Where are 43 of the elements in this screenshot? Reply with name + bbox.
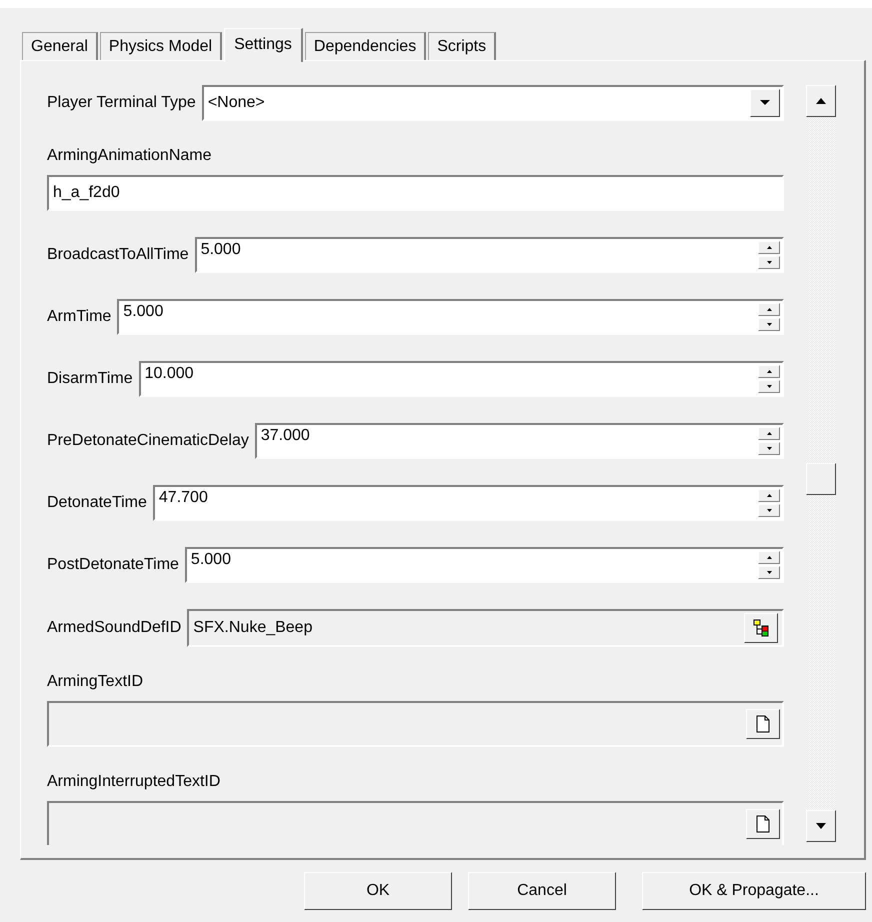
spin-arrows-icon[interactable] bbox=[758, 365, 780, 393]
field-label: DisarmTime bbox=[47, 370, 133, 388]
text-id-field[interactable] bbox=[47, 801, 784, 845]
spin-arrows-icon[interactable] bbox=[758, 427, 780, 455]
number-field[interactable]: 47.700 bbox=[152, 485, 784, 521]
dialog-button[interactable]: OK & Propagate... bbox=[642, 872, 866, 910]
field-label: ArmingInterruptedTextID bbox=[47, 773, 222, 791]
tab[interactable]: Dependencies bbox=[304, 32, 426, 60]
number-field[interactable]: 37.000 bbox=[254, 423, 784, 459]
scroll-down-icon[interactable] bbox=[806, 810, 836, 842]
field-label: Player Terminal Type bbox=[47, 94, 196, 112]
spin-arrows-icon[interactable] bbox=[758, 489, 780, 517]
number-field[interactable]: 5.000 bbox=[117, 299, 784, 335]
tab[interactable]: General bbox=[22, 32, 98, 60]
field-label: ArmedSoundDefID bbox=[47, 619, 182, 637]
dialog-button[interactable]: OK bbox=[304, 872, 452, 910]
field-label: ArmTime bbox=[47, 308, 112, 326]
number-field[interactable]: 10.000 bbox=[138, 361, 784, 397]
text-field[interactable]: h_a_f2d0 bbox=[47, 175, 784, 211]
spin-arrows-icon[interactable] bbox=[758, 241, 780, 269]
number-field[interactable]: 5.000 bbox=[194, 237, 784, 273]
text-id-field[interactable] bbox=[47, 701, 784, 747]
field-label: PreDetonateCinematicDelay bbox=[47, 432, 249, 450]
scroll-up-icon[interactable] bbox=[806, 85, 836, 117]
dropdown-field[interactable]: <None> bbox=[202, 85, 784, 121]
scroll-thumb[interactable] bbox=[806, 463, 836, 495]
field-label: DetonateTime bbox=[47, 494, 147, 512]
tab[interactable]: Physics Model bbox=[100, 32, 222, 60]
document-icon[interactable] bbox=[746, 709, 780, 739]
tree-icon[interactable] bbox=[744, 613, 778, 643]
tab[interactable]: Scripts bbox=[428, 32, 496, 60]
lookup-field[interactable]: SFX.Nuke_Beep bbox=[187, 609, 784, 647]
dialog-button[interactable]: Cancel bbox=[468, 872, 616, 910]
field-label: ArmingAnimationName bbox=[47, 147, 213, 165]
spin-arrows-icon[interactable] bbox=[758, 303, 780, 331]
tab[interactable]: Settings bbox=[224, 28, 303, 62]
field-label: BroadcastToAllTime bbox=[47, 246, 189, 264]
spin-arrows-icon[interactable] bbox=[758, 551, 780, 579]
scrollbar[interactable] bbox=[806, 85, 836, 842]
field-label: PostDetonateTime bbox=[47, 556, 179, 574]
document-icon[interactable] bbox=[746, 809, 780, 839]
number-field[interactable]: 5.000 bbox=[184, 547, 784, 583]
field-label: ArmingTextID bbox=[47, 673, 144, 691]
